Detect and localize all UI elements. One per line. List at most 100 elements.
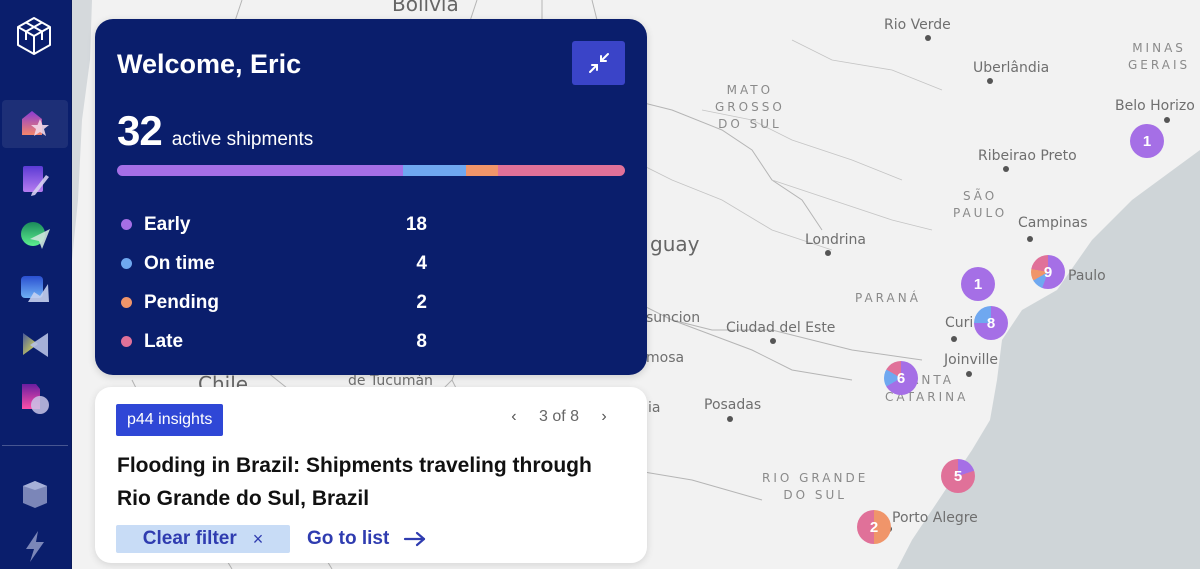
legend-row-pending[interactable]: Pending 2 <box>117 283 427 322</box>
map-label-region: RIO GRANDE DO SUL <box>762 471 869 502</box>
sidebar-item-home[interactable] <box>2 100 68 148</box>
city-dot <box>727 416 733 422</box>
shipment-cluster[interactable]: 1 <box>1130 124 1164 158</box>
collapse-button[interactable] <box>572 41 625 85</box>
shipment-cluster[interactable]: 8 <box>974 306 1008 340</box>
home-star-icon <box>22 111 49 136</box>
map-label-city: mosa <box>646 350 685 366</box>
status-dot <box>121 258 132 269</box>
map-label-city: suncion <box>646 310 701 326</box>
pager-text: 3 of 8 <box>538 408 579 425</box>
status-label: On time <box>144 252 215 274</box>
map-label-city: Belo Horizo <box>1115 98 1195 114</box>
status-count: 18 <box>405 213 427 235</box>
city-dot <box>770 338 776 344</box>
chart-area-icon <box>21 276 49 302</box>
active-shipments-count: 32 <box>117 107 163 154</box>
cluster-count: 5 <box>953 467 963 485</box>
status-label: Early <box>144 213 191 235</box>
shipment-cluster[interactable]: 2 <box>857 510 891 544</box>
status-bar-segment <box>498 165 625 176</box>
document-pie-icon <box>22 384 49 414</box>
status-dot <box>121 336 132 347</box>
city-dot <box>1164 117 1170 123</box>
sidebar-item-edit[interactable] <box>2 156 68 204</box>
cluster-count: 8 <box>986 314 996 332</box>
city-dot <box>825 250 831 256</box>
close-icon: × <box>252 528 264 549</box>
cluster-count: 1 <box>1142 132 1152 150</box>
legend-row-early[interactable]: Early 18 <box>117 205 427 244</box>
map-label-region: SÃO PAULO <box>953 189 1008 220</box>
status-label: Late <box>144 330 184 352</box>
go-to-list-link[interactable]: Go to list <box>307 525 427 553</box>
legend-row-late[interactable]: Late 8 <box>117 322 427 361</box>
map-label-city: Paulo <box>1068 268 1106 284</box>
map-label-city: Campinas <box>1018 215 1088 231</box>
sidebar <box>0 0 72 569</box>
sidebar-item-automations[interactable] <box>2 522 68 569</box>
sidebar-item-packages[interactable] <box>2 470 68 518</box>
map-label-city: Rio Verde <box>884 17 951 33</box>
status-legend: Early 18 On time 4 Pending 2 Late 8 <box>117 205 427 361</box>
legend-row-on-time[interactable]: On time 4 <box>117 244 427 283</box>
status-bar-segment <box>402 165 467 176</box>
map-label-city: Porto Alegre <box>892 510 978 526</box>
sidebar-item-analytics[interactable] <box>2 265 68 313</box>
clear-filter-label: Clear filter <box>142 528 237 549</box>
shipment-cluster[interactable]: 6 <box>884 361 918 395</box>
city-dot <box>1027 236 1033 242</box>
arrow-right-icon <box>404 531 426 547</box>
welcome-title: Welcome, Eric <box>117 49 302 79</box>
status-dot <box>121 297 132 308</box>
sidebar-item-send[interactable] <box>2 210 68 258</box>
map-label-city: Curi <box>945 315 974 331</box>
logo-icon[interactable] <box>14 16 54 56</box>
map-label-city: Joinville <box>944 352 999 368</box>
shipment-cluster[interactable]: 1 <box>961 267 995 301</box>
lightning-icon <box>26 531 44 562</box>
city-dot <box>987 78 993 84</box>
playback-icon <box>23 333 48 357</box>
map-label-city: Uberlândia <box>973 60 1050 76</box>
map-label-country: Bolivia <box>392 0 459 16</box>
shipment-cluster[interactable]: 9 <box>1031 255 1065 289</box>
chevron-left-icon[interactable]: ‹ <box>505 408 523 426</box>
paper-plane-icon <box>21 222 50 249</box>
sidebar-item-reports[interactable] <box>2 374 68 422</box>
document-pen-icon <box>23 166 49 196</box>
cluster-count: 6 <box>896 369 906 387</box>
map-label-city: ia <box>648 400 661 416</box>
shipment-cluster[interactable]: 5 <box>941 459 975 493</box>
status-bar-segment <box>466 165 498 176</box>
welcome-card: Welcome, Eric 32 active shipments Early … <box>95 19 647 375</box>
collapse-arrows-icon <box>588 53 609 73</box>
cluster-count: 2 <box>869 518 879 536</box>
status-count: 8 <box>416 330 427 352</box>
map-label-city: Londrina <box>805 232 866 248</box>
cluster-count: 9 <box>1043 263 1053 281</box>
sidebar-divider <box>2 445 68 446</box>
status-count: 4 <box>416 252 427 274</box>
insights-pager: ‹ 3 of 8 › <box>505 408 613 426</box>
map-label-city: Posadas <box>704 397 762 413</box>
insight-title: Flooding in Brazil: Shipments traveling … <box>117 454 592 510</box>
clear-filter-button[interactable]: Clear filter × <box>116 525 290 553</box>
map-label-region: MINAS GERAIS <box>1128 41 1191 72</box>
status-dot <box>121 219 132 230</box>
go-to-list-label: Go to list <box>307 528 390 549</box>
sidebar-item-media[interactable] <box>2 320 68 368</box>
map-label-region: MATO GROSSO DO SUL <box>715 83 785 131</box>
city-dot <box>966 371 972 377</box>
cluster-count: 1 <box>973 275 983 293</box>
status-bar-segment <box>117 165 403 176</box>
insights-card: p44 insights ‹ 3 of 8 › Flooding in Braz… <box>95 387 647 563</box>
map-label-region: PARANÁ <box>855 291 921 305</box>
status-count: 2 <box>416 291 427 313</box>
chevron-right-icon[interactable]: › <box>595 408 613 426</box>
city-dot <box>951 336 957 342</box>
status-label: Pending <box>144 291 219 313</box>
city-dot <box>925 35 931 41</box>
status-progress-bar <box>117 165 625 176</box>
city-dot <box>1003 166 1009 172</box>
